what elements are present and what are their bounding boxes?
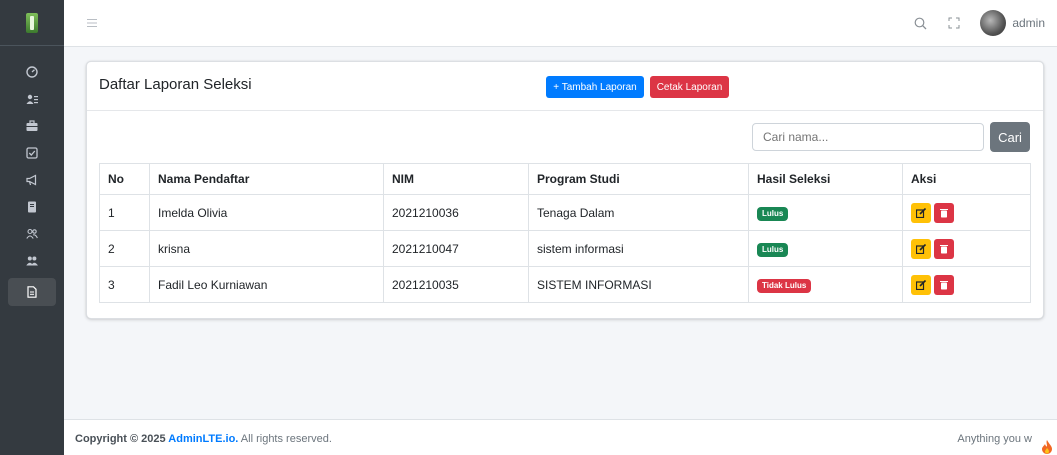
cell-hasil: Lulus	[748, 230, 903, 267]
status-badge: Lulus	[757, 242, 789, 257]
cell-nim: 2021210035	[383, 266, 529, 303]
sidebar-item-users[interactable]	[0, 247, 64, 274]
header-nama: Nama Pendaftar	[149, 163, 384, 195]
cell-nama: krisna	[149, 230, 384, 267]
edit-button[interactable]	[911, 274, 931, 295]
trash-icon	[940, 280, 948, 289]
cell-prodi: SISTEM INFORMASI	[528, 266, 749, 303]
flame-icon	[1042, 440, 1052, 454]
search-button[interactable]: Cari	[990, 122, 1030, 152]
table-row: 1 Imelda Olivia 2021210036 Tenaga Dalam …	[99, 194, 1031, 231]
sidebar-item-checklist[interactable]	[0, 139, 64, 166]
footer-right-text: Anything you w	[957, 433, 1032, 445]
cell-prodi: sistem informasi	[528, 230, 749, 267]
sidebar	[0, 0, 64, 455]
copyright-prefix: Copyright © 2025	[75, 433, 169, 445]
delete-button[interactable]	[934, 274, 954, 295]
user-name: admin	[1012, 16, 1045, 30]
search-input[interactable]	[752, 123, 984, 151]
print-report-button[interactable]: Cetak Laporan	[650, 76, 729, 98]
page-title: Daftar Laporan Seleksi	[99, 76, 252, 93]
table-header-row: No Nama Pendaftar NIM Program Studi Hasi…	[99, 163, 1031, 195]
sidebar-item-laporan[interactable]	[8, 278, 56, 306]
bullhorn-icon	[26, 174, 37, 185]
table-row: 3 Fadil Leo Kurniawan 2021210035 SISTEM …	[99, 266, 1031, 303]
cell-no: 3	[99, 266, 150, 303]
cell-nim: 2021210036	[383, 194, 529, 231]
copyright-suffix: All rights reserved.	[238, 433, 332, 445]
menu-toggle-icon[interactable]	[87, 15, 97, 31]
users-list-icon	[26, 94, 38, 104]
cell-no: 2	[99, 230, 150, 267]
top-navbar: admin	[64, 0, 1057, 47]
header-aksi: Aksi	[902, 163, 1031, 195]
file-icon	[27, 286, 37, 298]
status-badge: Tidak Lulus	[757, 278, 812, 293]
avatar	[980, 10, 1007, 36]
sidebar-item-users-list[interactable]	[0, 85, 64, 112]
header-no: No	[99, 163, 150, 195]
fullscreen-icon[interactable]	[946, 15, 962, 31]
users-icon	[26, 256, 38, 265]
cell-aksi	[902, 266, 1031, 303]
brand-logo[interactable]	[0, 0, 64, 46]
cell-nim: 2021210047	[383, 230, 529, 267]
logo-icon	[26, 12, 38, 33]
sidebar-item-user-group[interactable]	[0, 220, 64, 247]
cell-nama: Imelda Olivia	[149, 194, 384, 231]
header-nim: NIM	[383, 163, 529, 195]
sidebar-item-book[interactable]	[0, 193, 64, 220]
search-icon[interactable]	[912, 15, 928, 31]
cell-hasil: Tidak Lulus	[748, 266, 903, 303]
checkbox-icon	[26, 146, 38, 159]
cell-aksi	[902, 194, 1031, 231]
edit-icon	[916, 243, 926, 254]
sidebar-nav	[0, 58, 64, 306]
footer: Copyright © 2025 AdminLTE.io. All rights…	[64, 419, 1057, 455]
header-prodi: Program Studi	[528, 163, 749, 195]
copyright: Copyright © 2025 AdminLTE.io. All rights…	[75, 433, 332, 445]
laporan-table: No Nama Pendaftar NIM Program Studi Hasi…	[99, 163, 1031, 303]
delete-button[interactable]	[934, 202, 954, 223]
cell-nama: Fadil Leo Kurniawan	[149, 266, 384, 303]
header-hasil: Hasil Seleksi	[748, 163, 903, 195]
edit-button[interactable]	[911, 238, 931, 259]
user-menu[interactable]: admin	[980, 10, 1045, 36]
cell-hasil: Lulus	[748, 194, 903, 231]
sidebar-item-dashboard[interactable]	[0, 58, 64, 85]
table-row: 2 krisna 2021210047 sistem informasi Lul…	[99, 230, 1031, 267]
laporan-card: Daftar Laporan Seleksi + Tambah Laporan …	[86, 61, 1044, 319]
sidebar-item-announcement[interactable]	[0, 166, 64, 193]
sidebar-item-briefcase[interactable]	[0, 112, 64, 139]
cell-prodi: Tenaga Dalam	[528, 194, 749, 231]
cell-no: 1	[99, 194, 150, 231]
card-header: Daftar Laporan Seleksi + Tambah Laporan …	[87, 62, 1043, 111]
trash-icon	[940, 208, 948, 217]
trash-icon	[940, 244, 948, 253]
briefcase-icon	[26, 119, 38, 131]
edit-button[interactable]	[911, 202, 931, 223]
user-group-icon	[26, 228, 38, 239]
dashboard-icon	[26, 65, 38, 78]
edit-icon	[916, 279, 926, 290]
book-icon	[28, 201, 36, 212]
delete-button[interactable]	[934, 238, 954, 259]
cell-aksi	[902, 230, 1031, 267]
add-report-button[interactable]: + Tambah Laporan	[546, 76, 644, 98]
edit-icon	[916, 207, 926, 218]
status-badge: Lulus	[757, 206, 789, 221]
brand-link[interactable]: AdminLTE.io.	[168, 433, 238, 445]
